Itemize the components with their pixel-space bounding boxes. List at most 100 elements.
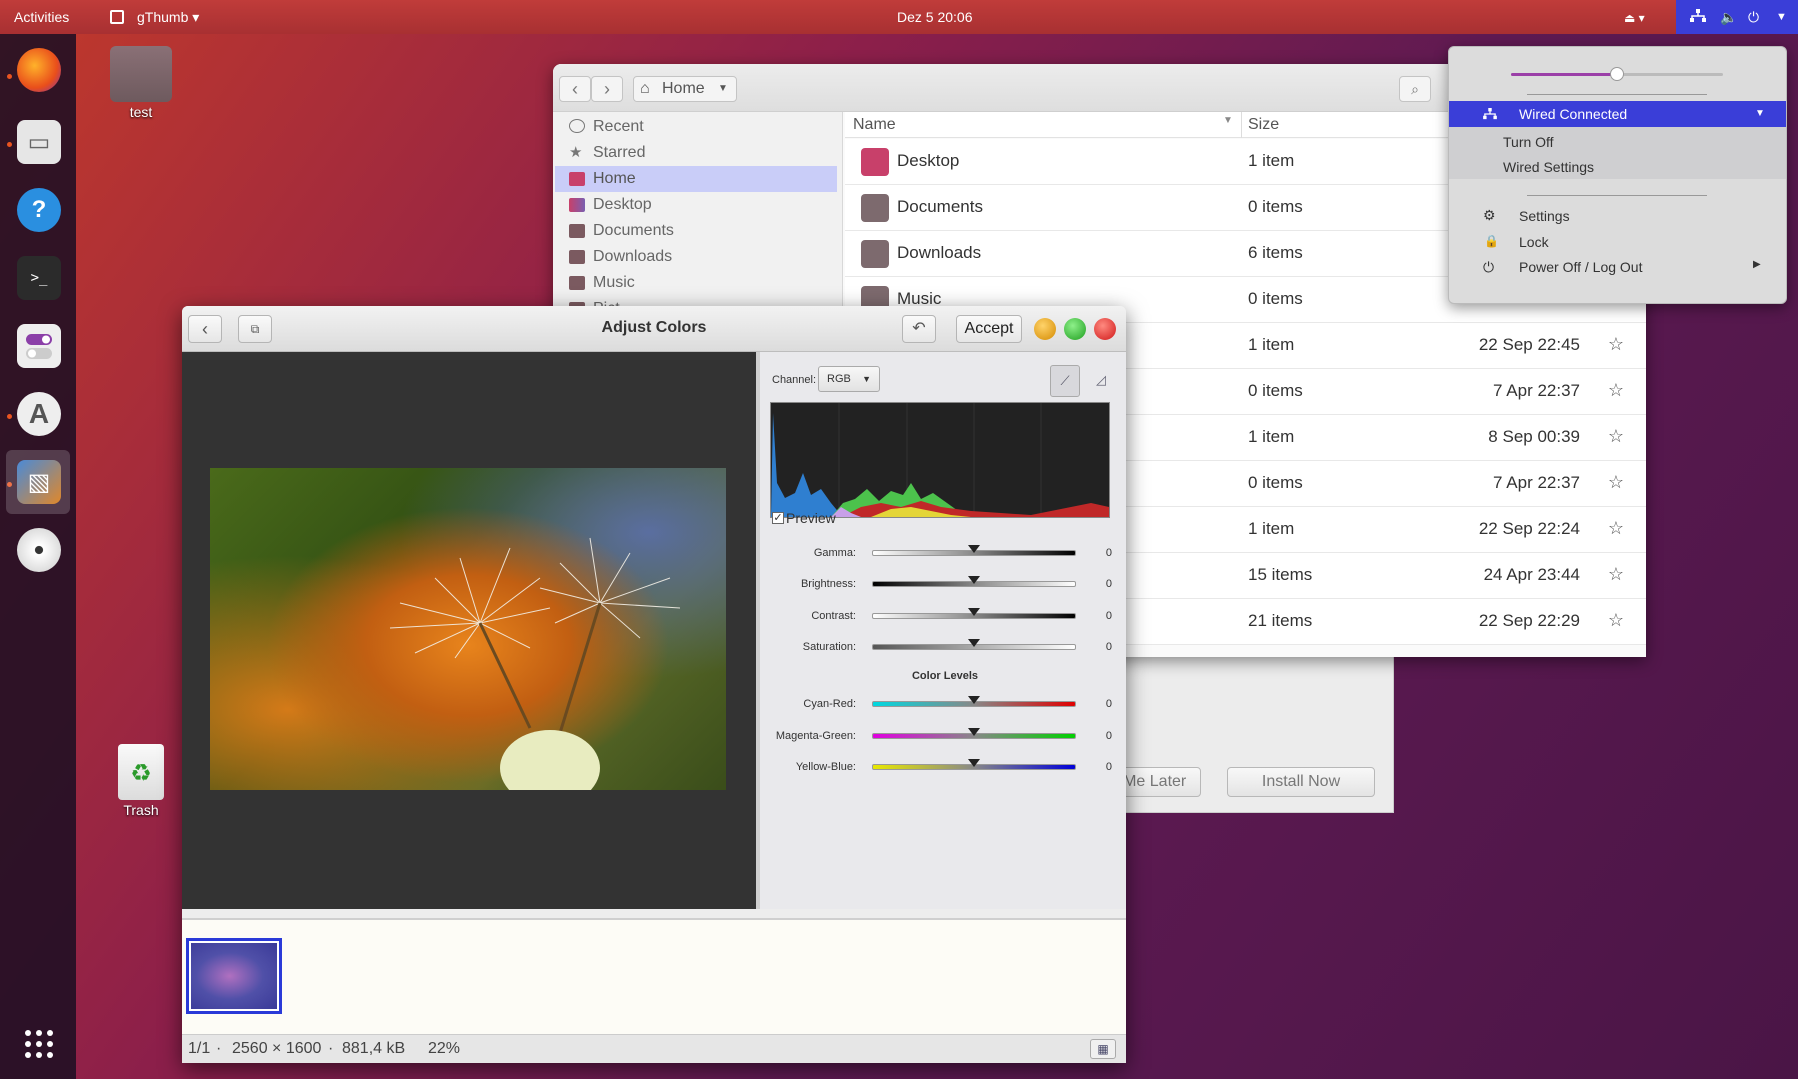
trash-label[interactable]: Trash (100, 802, 182, 818)
status-bar: 1/1 · 2560 × 1600 · 881,4 kB 22% ▦ (182, 1034, 1126, 1063)
gthumb-app-icon (110, 10, 124, 24)
running-indicator (7, 414, 12, 419)
help-icon[interactable]: ? (17, 188, 61, 232)
slider-knob[interactable] (968, 639, 980, 647)
gthumb-icon[interactable]: ▧ (17, 460, 61, 504)
downloads-folder-icon (569, 250, 585, 264)
wired-submenu: Turn Off Wired Settings (1449, 127, 1786, 179)
thumbnail-selected[interactable] (186, 938, 282, 1014)
slider-knob[interactable] (968, 576, 980, 584)
clock[interactable]: Dez 5 20:06 (897, 9, 973, 25)
wired-settings-item[interactable]: Wired Settings (1503, 159, 1594, 175)
file-modified: 22 Sep 22:24 (1478, 519, 1580, 538)
wired-connected-item[interactable]: Wired Connected ▼ (1449, 101, 1786, 127)
slider-knob[interactable] (968, 759, 980, 767)
sidebar-item-music[interactable]: Music (555, 270, 837, 296)
settings-item[interactable]: Settings (1519, 208, 1570, 224)
star-icon[interactable]: ☆ (1608, 334, 1624, 355)
star-icon[interactable]: ☆ (1608, 518, 1624, 539)
software-updater-dialog: d Me Later Install Now (1080, 650, 1394, 813)
size-column-header[interactable]: Size (1248, 116, 1279, 134)
tweaks-icon[interactable] (17, 324, 61, 368)
home-icon: ⌂ (640, 80, 650, 97)
accept-button[interactable]: Accept (956, 315, 1022, 343)
system-tray[interactable]: 🔈 ⏻ ▼ (1676, 0, 1798, 34)
star-icon[interactable]: ☆ (1608, 380, 1624, 401)
thumbnail-strip (182, 918, 1126, 1034)
file-size: 0 items (1248, 473, 1303, 492)
volume-slider[interactable] (1511, 67, 1723, 81)
app-menu-button[interactable]: gThumb ▾ (137, 9, 199, 26)
lock-item[interactable]: Lock (1519, 234, 1549, 250)
sidebar-item-recent[interactable]: Recent (555, 114, 837, 140)
disc-icon[interactable] (17, 528, 61, 572)
desktop-folder-icon[interactable] (110, 46, 172, 102)
undo-icon[interactable]: ↶ (902, 315, 936, 343)
slider-value: 0 (1105, 730, 1112, 742)
file-size: 15 items (1248, 565, 1313, 584)
star-icon[interactable]: ☆ (1608, 564, 1624, 585)
slider-label: Yellow-Blue: (795, 761, 856, 773)
top-bar: Activities gThumb ▾ Dez 5 20:06 ⏏ ▾ 🔈 ⏻ … (0, 0, 1798, 34)
firefox-icon[interactable] (17, 48, 61, 92)
slider-knob[interactable] (968, 728, 980, 736)
location-breadcrumb[interactable]: ⌂ Home ▼ (633, 76, 737, 102)
files-icon[interactable]: ▭ (17, 120, 61, 164)
slider-value: 0 (1105, 547, 1112, 559)
name-column-header[interactable]: Name (853, 116, 896, 134)
slider-knob[interactable] (968, 608, 980, 616)
channel-select[interactable]: RGB ▼ (818, 366, 880, 392)
star-icon[interactable]: ☆ (1608, 472, 1624, 493)
turn-off-item[interactable]: Turn Off (1503, 134, 1554, 150)
dock: ▭ ? >_ A ▧ (0, 34, 76, 1079)
image-viewer[interactable] (182, 352, 756, 909)
sidebar-item-starred[interactable]: ★ Starred (555, 140, 837, 166)
terminal-icon[interactable]: >_ (17, 256, 61, 300)
logarithmic-histogram-icon[interactable]: ◿ (1086, 365, 1116, 397)
activities-button[interactable]: Activities (14, 9, 69, 25)
wired-connected-label: Wired Connected (1519, 106, 1628, 122)
star-icon[interactable]: ☆ (1608, 610, 1624, 631)
slider-knob[interactable] (968, 696, 980, 704)
install-now-button[interactable]: Install Now (1227, 767, 1375, 797)
network-icon (1483, 107, 1497, 123)
menu-separator (1527, 94, 1707, 95)
linear-histogram-icon[interactable]: ⟋ (1050, 365, 1080, 397)
volume-knob[interactable] (1610, 67, 1624, 81)
chevron-down-icon: ▼ (1776, 11, 1787, 23)
star-icon[interactable]: ☆ (1608, 426, 1624, 447)
desktop-folder-label[interactable]: test (100, 104, 182, 120)
chevron-down-icon: ▼ (718, 83, 728, 94)
close-button[interactable] (1094, 318, 1116, 340)
gear-icon: ⚙ (1483, 207, 1496, 223)
slider-label: Cyan-Red: (803, 698, 856, 710)
sidebar-item-downloads[interactable]: Downloads (555, 244, 837, 270)
sidebar-item-desktop[interactable]: Desktop (555, 192, 837, 218)
sidebar-item-label: Recent (593, 118, 644, 135)
sidebar-item-documents[interactable]: Documents (555, 218, 837, 244)
preview-checkbox[interactable]: ✓ (772, 512, 784, 524)
sidebar-item-label: Music (593, 274, 635, 291)
file-modified: 7 Apr 22:37 (1493, 381, 1580, 400)
trash-icon[interactable]: ♻ (118, 744, 164, 800)
file-modified: 24 Apr 23:44 (1483, 565, 1580, 584)
slider-knob[interactable] (968, 545, 980, 553)
search-button[interactable]: ⌕ (1399, 76, 1431, 102)
back-button[interactable]: ‹ (559, 76, 591, 102)
star-icon: ★ (569, 144, 583, 161)
software-center-icon[interactable]: A (17, 392, 61, 436)
sidebar-item-home[interactable]: Home (555, 166, 837, 192)
preview-label[interactable]: Preview (786, 510, 836, 526)
sidebar-item-label: Desktop (593, 196, 652, 213)
maximize-button[interactable] (1064, 318, 1086, 340)
show-apps-icon[interactable] (17, 1022, 61, 1066)
thumbnails-toggle-icon[interactable]: ▦ (1090, 1039, 1116, 1059)
column-divider (1241, 112, 1242, 138)
running-indicator (7, 142, 12, 147)
forward-button[interactable]: › (591, 76, 623, 102)
minimize-button[interactable] (1034, 318, 1056, 340)
chevron-down-icon: ▼ (1755, 108, 1765, 119)
power-off-item[interactable]: Power Off / Log Out (1519, 259, 1642, 275)
eject-icon[interactable]: ⏏ ▾ (1624, 11, 1645, 25)
sort-descending-icon: ▼ (1223, 115, 1233, 126)
